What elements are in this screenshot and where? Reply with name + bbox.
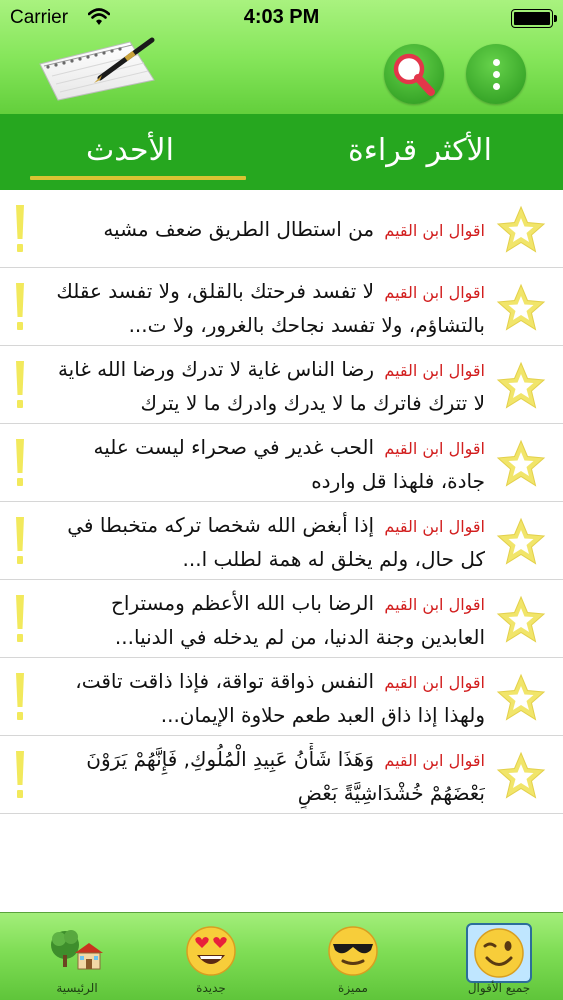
battery-icon bbox=[511, 9, 557, 28]
quote-text: اقوال ابن القيم النفس ذواقة تواقة، فإذا … bbox=[44, 665, 485, 731]
exclamation-icon[interactable] bbox=[14, 205, 26, 253]
app-screen: Carrier 4:03 PM الأكثر قراءة الأحدث اقوا… bbox=[0, 0, 563, 1000]
exclamation-icon[interactable] bbox=[14, 517, 26, 565]
quote-source-tag: اقوال ابن القيم bbox=[384, 517, 485, 536]
home-tree-icon bbox=[51, 930, 103, 970]
exclamation-icon[interactable] bbox=[14, 439, 26, 487]
search-icon bbox=[393, 53, 435, 96]
bottom-tab-label: الرئيسية bbox=[56, 981, 98, 995]
favorite-star-icon[interactable] bbox=[496, 751, 546, 801]
bottom-tab-label: جميع الأقوال bbox=[467, 981, 531, 995]
exclamation-icon[interactable] bbox=[14, 673, 26, 721]
exclamation-icon[interactable] bbox=[14, 283, 26, 331]
quote-text: اقوال ابن القيم من استطال الطريق ضعف مشي… bbox=[44, 213, 485, 247]
bottom-tab-home[interactable]: الرئيسية bbox=[22, 913, 132, 1000]
tab-most-read[interactable]: الأكثر قراءة bbox=[320, 114, 520, 190]
quote-source-tag: اقوال ابن القيم bbox=[384, 439, 485, 458]
top-header: Carrier 4:03 PM bbox=[0, 0, 563, 114]
bottom-tab-bar: جميع الأقوال مميزة جديدة الرئيسية bbox=[0, 912, 563, 1000]
sunglasses-emoji-icon bbox=[328, 926, 378, 976]
bottom-tab-label: جديدة bbox=[196, 981, 226, 995]
quote-text: اقوال ابن القيم وَهَذَا شَأْنُ عَبِيدِ ا… bbox=[44, 743, 485, 809]
list-item[interactable]: اقوال ابن القيم إذا أبغض الله شخصا تركه … bbox=[0, 503, 563, 580]
app-logo-notebook-pen-icon bbox=[34, 36, 160, 102]
status-bar: Carrier 4:03 PM bbox=[0, 0, 563, 36]
bottom-tab-all-quotes[interactable]: جميع الأقوال bbox=[444, 913, 554, 1000]
quote-source-tag: اقوال ابن القيم bbox=[384, 221, 485, 240]
bottom-tab-featured[interactable]: مميزة bbox=[298, 913, 408, 1000]
list-item[interactable]: اقوال ابن القيم من استطال الطريق ضعف مشي… bbox=[0, 191, 563, 268]
exclamation-icon[interactable] bbox=[14, 751, 26, 799]
quote-text: اقوال ابن القيم لا تفسد فرحتك بالقلق، ول… bbox=[44, 275, 485, 341]
favorite-star-icon[interactable] bbox=[496, 205, 546, 255]
quote-source-tag: اقوال ابن القيم bbox=[384, 673, 485, 692]
quote-source-tag: اقوال ابن القيم bbox=[384, 751, 485, 770]
bottom-tab-new[interactable]: جديدة bbox=[156, 913, 266, 1000]
favorite-star-icon[interactable] bbox=[496, 673, 546, 723]
wink-emoji-icon bbox=[474, 928, 524, 978]
quote-source-tag: اقوال ابن القيم bbox=[384, 283, 485, 302]
list-item[interactable]: اقوال ابن القيم النفس ذواقة تواقة، فإذا … bbox=[0, 659, 563, 736]
more-menu-button[interactable] bbox=[466, 44, 526, 104]
quote-text: اقوال ابن القيم الحب غدير في صحراء ليست … bbox=[44, 431, 485, 497]
favorite-star-icon[interactable] bbox=[496, 283, 546, 333]
clock-label: 4:03 PM bbox=[243, 6, 320, 28]
list-item[interactable]: اقوال ابن القيم وَهَذَا شَأْنُ عَبِيدِ ا… bbox=[0, 737, 563, 814]
list-item[interactable]: اقوال ابن القيم الرضا باب الله الأعظم وم… bbox=[0, 581, 563, 658]
list-item[interactable]: اقوال ابن القيم رضا الناس غاية لا تدرك و… bbox=[0, 347, 563, 424]
quote-source-tag: اقوال ابن القيم bbox=[384, 595, 485, 614]
quote-body: من استطال الطريق ضعف مشيه bbox=[103, 217, 375, 241]
exclamation-icon[interactable] bbox=[14, 361, 26, 409]
search-button[interactable] bbox=[384, 44, 444, 104]
favorite-star-icon[interactable] bbox=[496, 517, 546, 567]
quote-text: اقوال ابن القيم إذا أبغض الله شخصا تركه … bbox=[44, 509, 485, 575]
list-item[interactable]: اقوال ابن القيم الحب غدير في صحراء ليست … bbox=[0, 425, 563, 502]
favorite-star-icon[interactable] bbox=[496, 595, 546, 645]
quote-source-tag: اقوال ابن القيم bbox=[384, 361, 485, 380]
quotes-list[interactable]: اقوال ابن القيم من استطال الطريق ضعف مشي… bbox=[0, 190, 563, 912]
favorite-star-icon[interactable] bbox=[496, 361, 546, 411]
active-tab-indicator bbox=[30, 176, 246, 180]
bottom-tab-label: مميزة bbox=[338, 981, 368, 995]
heart-eyes-emoji-icon bbox=[186, 926, 236, 976]
favorite-star-icon[interactable] bbox=[496, 439, 546, 489]
list-item[interactable]: اقوال ابن القيم لا تفسد فرحتك بالقلق، ول… bbox=[0, 269, 563, 346]
quote-text: اقوال ابن القيم الرضا باب الله الأعظم وم… bbox=[44, 587, 485, 653]
exclamation-icon[interactable] bbox=[14, 595, 26, 643]
quote-text: اقوال ابن القيم رضا الناس غاية لا تدرك و… bbox=[44, 353, 485, 419]
